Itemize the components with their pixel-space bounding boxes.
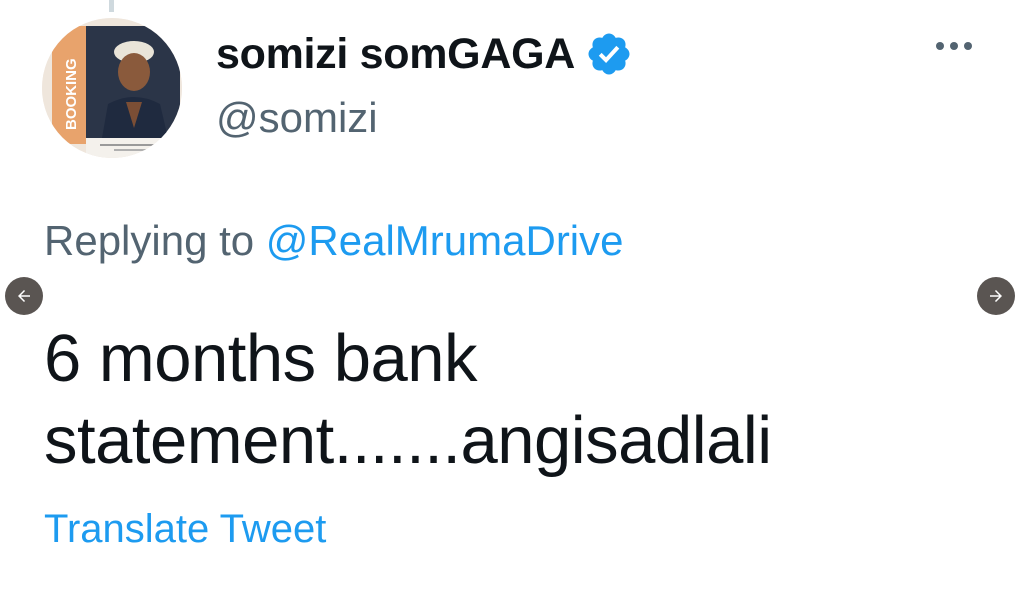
more-options-button[interactable] bbox=[926, 30, 982, 62]
translate-tweet-link[interactable]: Translate Tweet bbox=[44, 509, 326, 549]
verified-badge-icon bbox=[588, 33, 630, 75]
arrow-left-icon bbox=[18, 290, 30, 302]
replying-to-line: Replying to @RealMrumaDrive bbox=[44, 220, 624, 262]
previous-button[interactable] bbox=[5, 277, 43, 315]
thread-connector-line bbox=[109, 0, 114, 12]
author-handle[interactable]: @somizi bbox=[216, 97, 378, 139]
tweet-text-line: 6 months bank bbox=[44, 321, 478, 396]
replying-prefix: Replying to bbox=[44, 217, 255, 264]
avatar-booking-text: BOOKING bbox=[63, 58, 80, 130]
reply-mention-link[interactable]: @RealMrumaDrive bbox=[266, 217, 624, 264]
tweet-text-line: statement.......angisadlali bbox=[44, 403, 772, 478]
avatar[interactable]: BOOKING bbox=[42, 18, 182, 158]
author-name-row: somizi somGAGA bbox=[216, 26, 633, 82]
more-horizontal-icon-dot bbox=[950, 42, 958, 50]
display-name[interactable]: somizi somGAGA bbox=[216, 32, 575, 76]
tweet-text: 6 months bank statement.......angisadlal… bbox=[44, 318, 944, 482]
more-horizontal-icon bbox=[936, 42, 944, 50]
more-horizontal-icon-dot bbox=[964, 42, 972, 50]
next-button[interactable] bbox=[977, 277, 1015, 315]
avatar-image: BOOKING bbox=[42, 18, 182, 158]
arrow-right-icon bbox=[990, 290, 1002, 302]
